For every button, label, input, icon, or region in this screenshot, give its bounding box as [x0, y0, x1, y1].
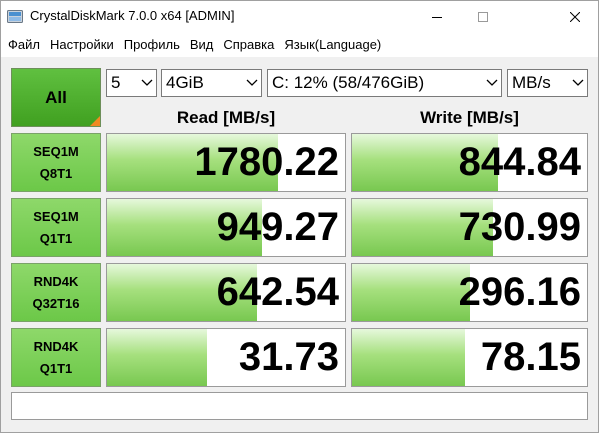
test-label-line1: RND4K	[33, 273, 79, 289]
menu-bar: Файл Настройки Профиль Вид Справка Язык(…	[1, 32, 598, 57]
read-result-seq1m-q1t1: 949.27	[106, 198, 346, 257]
count-value: 5	[111, 73, 121, 92]
write-result-rnd4k-q32t16: 296.16	[351, 263, 588, 322]
menu-settings[interactable]: Настройки	[45, 32, 119, 57]
write-value: 296.16	[458, 270, 581, 314]
write-value: 78.15	[480, 335, 581, 379]
unit-value: MB/s	[512, 73, 551, 92]
app-window: CrystalDiskMark 7.0.0 x64 [ADMIN] Файл Н…	[0, 0, 599, 433]
test-label-line1: SEQ1M	[33, 143, 79, 159]
test-label-line1: RND4K	[33, 338, 79, 354]
test-label-line2: Q8T1	[39, 165, 73, 181]
test-button-rnd4k-q1t1[interactable]: RND4K Q1T1	[11, 328, 101, 387]
all-button[interactable]: All	[11, 68, 101, 127]
test-label-line2: Q1T1	[39, 230, 73, 246]
read-value: 31.73	[238, 335, 339, 379]
close-button[interactable]	[552, 1, 598, 32]
write-bar	[352, 329, 465, 386]
chevron-down-icon	[486, 79, 498, 86]
chevron-down-icon	[246, 79, 258, 86]
count-select[interactable]: 5	[106, 69, 157, 97]
minimize-button[interactable]	[414, 1, 460, 32]
unit-select[interactable]: MB/s	[507, 69, 588, 97]
close-icon	[570, 11, 580, 22]
read-value: 1780.22	[194, 140, 339, 184]
write-result-seq1m-q1t1: 730.99	[351, 198, 588, 257]
write-result-rnd4k-q1t1: 78.15	[351, 328, 588, 387]
write-result-seq1m-q8t1: 844.84	[351, 133, 588, 192]
drive-value: C: 12% (58/476GiB)	[272, 73, 425, 92]
menu-file[interactable]: Файл	[3, 32, 45, 57]
read-result-seq1m-q8t1: 1780.22	[106, 133, 346, 192]
corner-marker	[90, 116, 100, 126]
read-value: 642.54	[216, 270, 339, 314]
chevron-down-icon	[141, 79, 153, 86]
test-button-seq1m-q8t1[interactable]: SEQ1M Q8T1	[11, 133, 101, 192]
menu-view[interactable]: Вид	[185, 32, 219, 57]
crystaldiskmark-icon	[7, 10, 23, 23]
minimize-icon	[432, 16, 442, 18]
drive-select[interactable]: C: 12% (58/476GiB)	[267, 69, 502, 97]
read-result-rnd4k-q1t1: 31.73	[106, 328, 346, 387]
test-label-line1: SEQ1M	[33, 208, 79, 224]
read-header: Read [MB/s]	[176, 108, 276, 127]
test-label-line2: Q32T16	[32, 295, 80, 311]
title-bar: CrystalDiskMark 7.0.0 x64 [ADMIN]	[1, 1, 598, 32]
test-label-line2: Q1T1	[39, 360, 73, 376]
main-panel: All 5 4GiB C: 12% (58/476GiB) MB/s Read …	[1, 57, 598, 432]
all-button-label: All	[45, 87, 67, 107]
menu-language[interactable]: Язык(Language)	[279, 32, 386, 57]
maximize-button[interactable]	[460, 1, 506, 32]
chevron-down-icon	[572, 79, 584, 86]
read-bar	[107, 329, 207, 386]
maximize-icon	[478, 11, 488, 22]
read-result-rnd4k-q32t16: 642.54	[106, 263, 346, 322]
test-button-seq1m-q1t1[interactable]: SEQ1M Q1T1	[11, 198, 101, 257]
write-bar	[352, 264, 470, 321]
write-value: 844.84	[458, 140, 581, 184]
size-select[interactable]: 4GiB	[161, 69, 262, 97]
comment-input[interactable]	[11, 392, 588, 420]
window-title: CrystalDiskMark 7.0.0 x64 [ADMIN]	[30, 8, 235, 23]
test-button-rnd4k-q32t16[interactable]: RND4K Q32T16	[11, 263, 101, 322]
write-header: Write [MB/s]	[420, 108, 519, 127]
menu-help[interactable]: Справка	[218, 32, 279, 57]
write-value: 730.99	[458, 205, 581, 249]
size-value: 4GiB	[166, 73, 204, 92]
menu-profile[interactable]: Профиль	[119, 32, 185, 57]
read-value: 949.27	[216, 205, 339, 249]
